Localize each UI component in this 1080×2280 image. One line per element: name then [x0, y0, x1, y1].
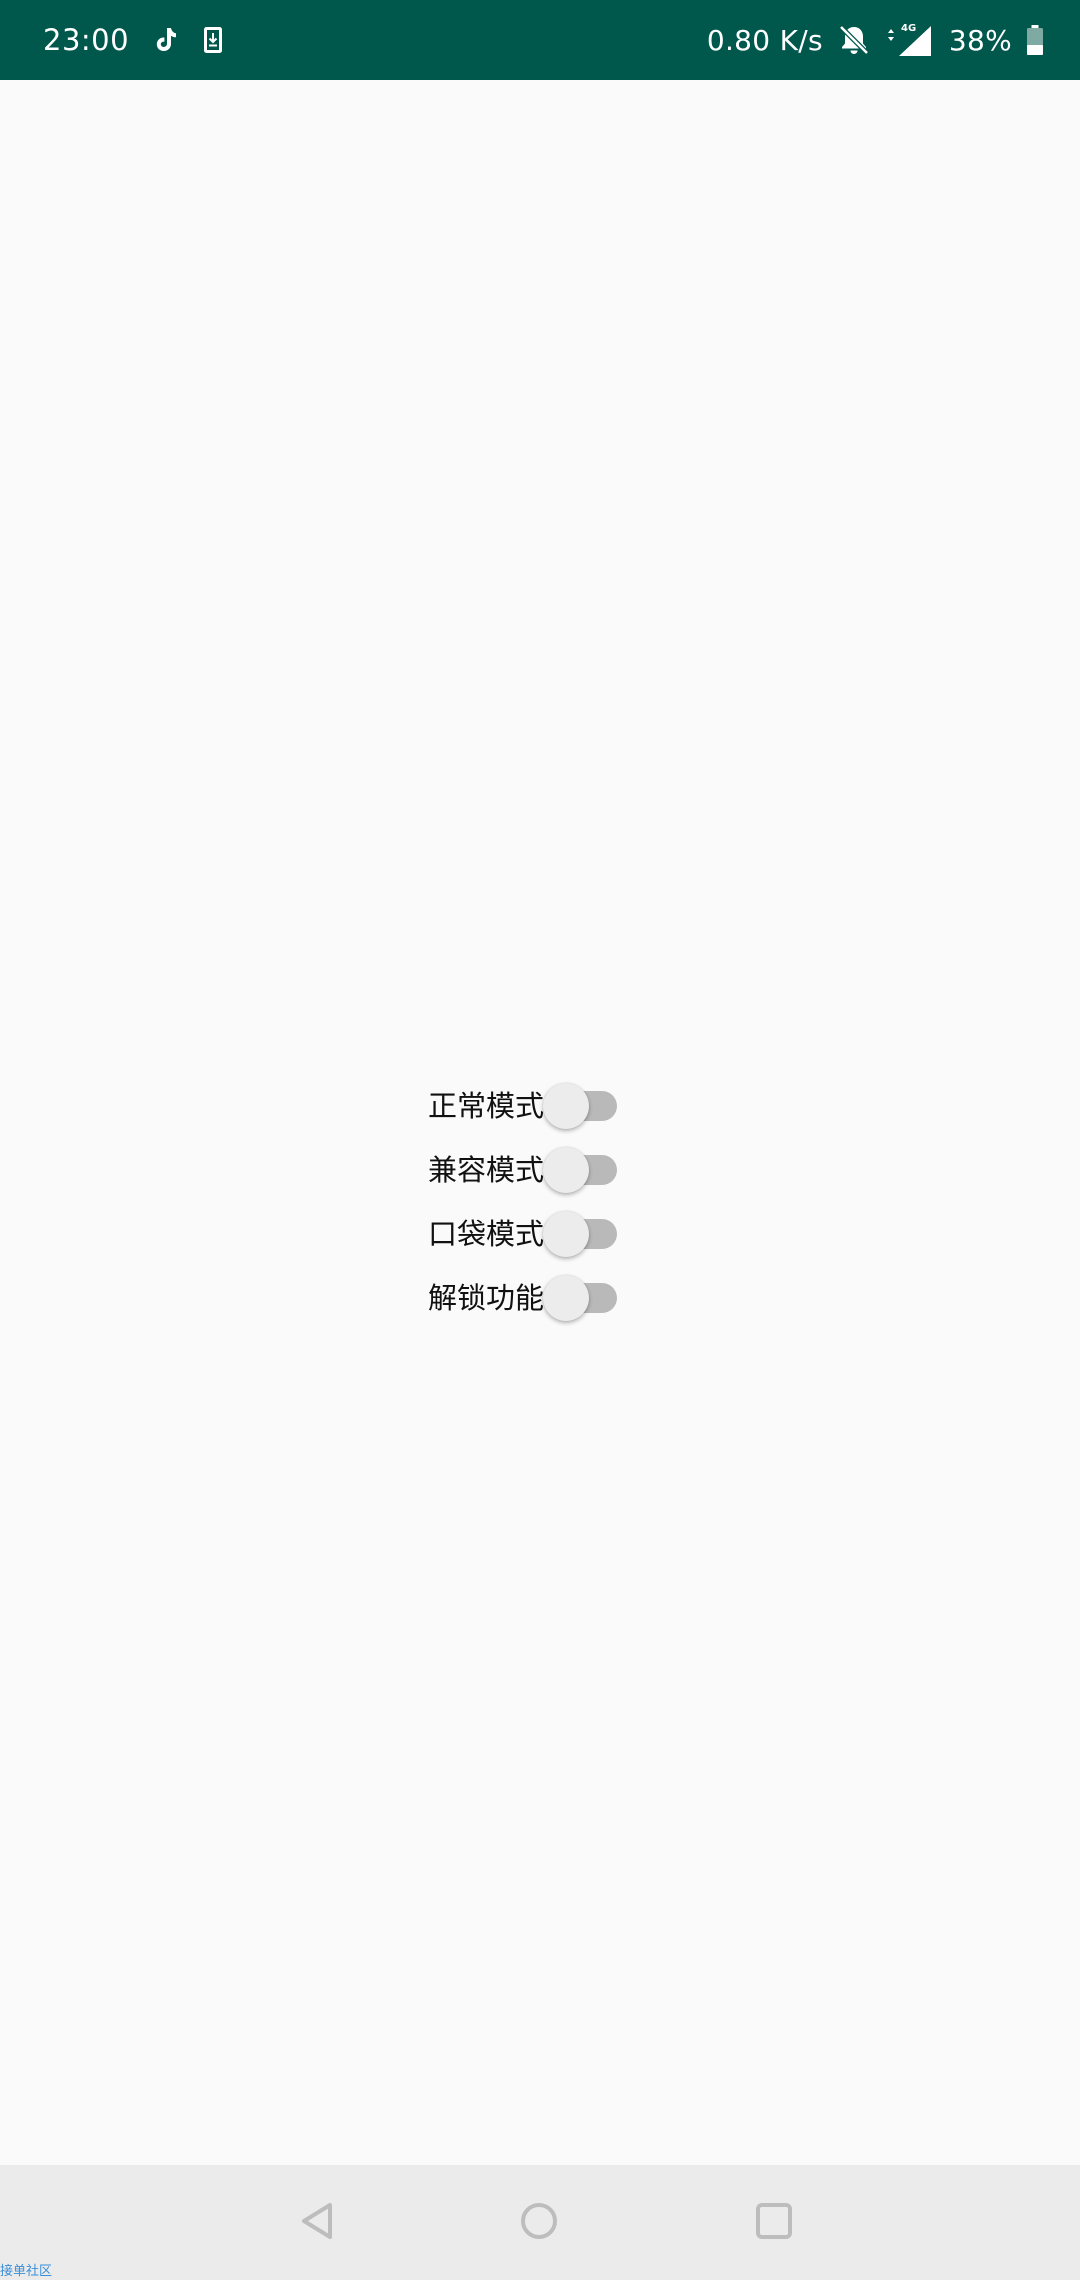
status-right: 0.80 K/s 4G 38% — [707, 0, 1044, 80]
back-icon — [296, 2199, 340, 2247]
switch-thumb — [543, 1211, 589, 1257]
net-speed: 0.80 K/s — [706, 23, 823, 57]
normal-mode-switch[interactable] — [543, 1074, 621, 1138]
signal-icon: 4G — [885, 22, 935, 58]
option-row-unlock: 解锁功能 — [428, 1266, 621, 1330]
switch-thumb — [543, 1083, 589, 1129]
home-button[interactable] — [489, 2165, 589, 2280]
download-icon — [203, 26, 223, 54]
switch-thumb — [543, 1275, 589, 1321]
option-row-compat-mode: 兼容模式 — [428, 1138, 621, 1202]
switch-thumb — [543, 1147, 589, 1193]
option-label: 兼容模式 — [428, 1153, 545, 1187]
watermark-text: 接单社区 — [0, 2264, 53, 2279]
pocket-mode-switch[interactable] — [543, 1202, 621, 1266]
network-type: 4G — [901, 23, 916, 34]
options-list: 正常模式 兼容模式 口袋模式 解锁功能 — [428, 1074, 621, 1330]
tiktok-icon — [155, 27, 177, 53]
status-time: 23:00 — [43, 23, 130, 57]
battery-percent: 38% — [948, 23, 1012, 57]
navigation-bar: 接单社区 — [0, 2165, 1080, 2280]
recents-button[interactable] — [724, 2165, 824, 2280]
main-content: 正常模式 兼容模式 口袋模式 解锁功能 — [0, 80, 1080, 2165]
battery-icon — [1026, 24, 1044, 56]
home-icon — [517, 2199, 561, 2247]
option-label: 正常模式 — [428, 1089, 545, 1123]
option-label: 口袋模式 — [428, 1217, 545, 1251]
status-left: 23:00 — [43, 0, 223, 80]
option-row-pocket-mode: 口袋模式 — [428, 1202, 621, 1266]
back-button[interactable] — [268, 2165, 368, 2280]
option-label: 解锁功能 — [428, 1281, 545, 1315]
option-row-normal-mode: 正常模式 — [428, 1074, 621, 1138]
recents-icon — [752, 2199, 796, 2247]
compat-mode-switch[interactable] — [543, 1138, 621, 1202]
bell-off-icon — [837, 24, 871, 56]
unlock-switch[interactable] — [543, 1266, 621, 1330]
status-bar: 23:00 0.80 K/s 4G 38% — [0, 0, 1080, 80]
